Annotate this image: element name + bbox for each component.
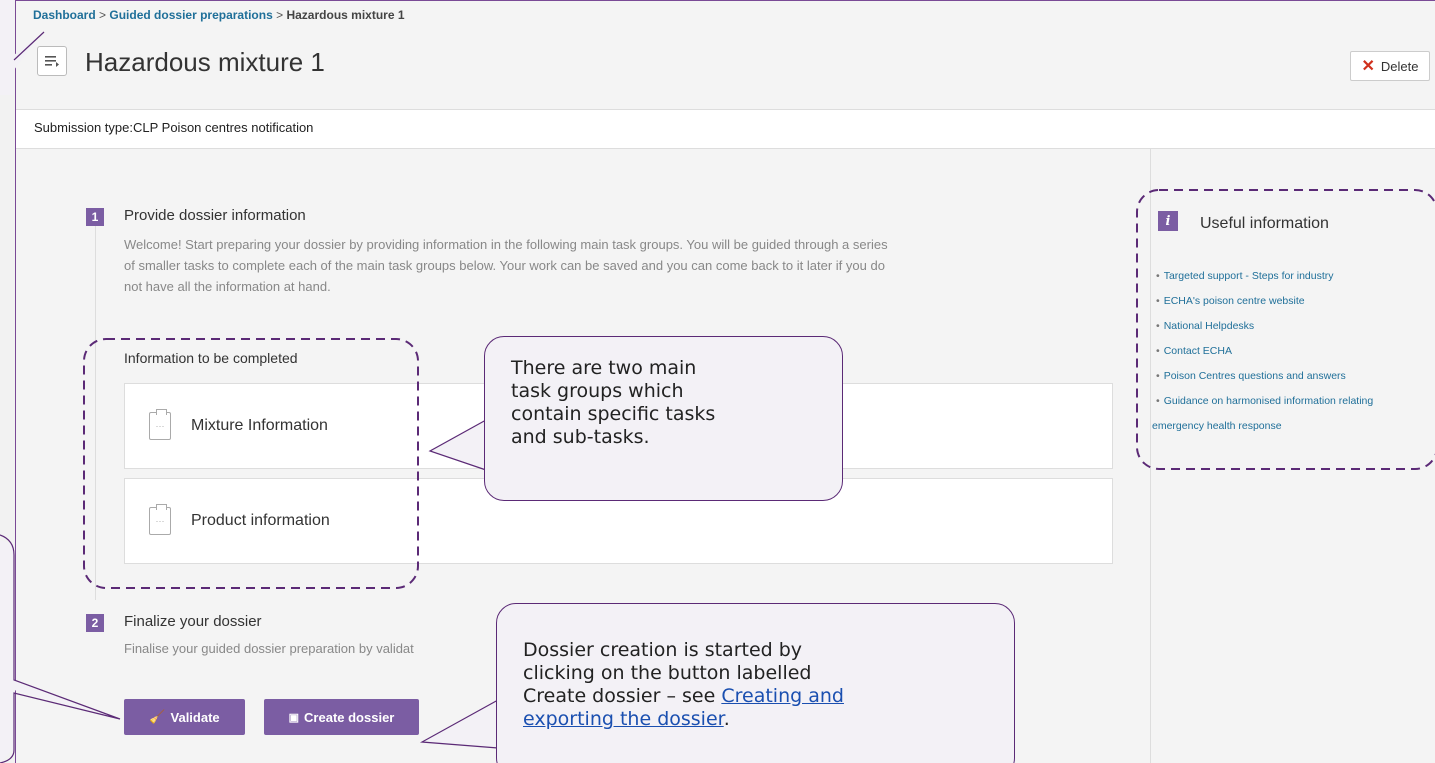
- callout-pointer: [419, 699, 499, 749]
- callout-text: Create dossier – see Creating and: [523, 685, 1014, 708]
- dashed-highlight-box: [83, 338, 419, 589]
- creating-exporting-link[interactable]: exporting the dossier: [523, 708, 724, 730]
- callout-text: exporting the dossier.: [523, 708, 1014, 731]
- callout-pointer: [13, 31, 45, 61]
- callout-fragment: [0, 0, 40, 95]
- callout-text: and sub-tasks.: [511, 426, 650, 448]
- callout-text-prefix: Create dossier – see: [523, 685, 722, 707]
- callout-pointer: [0, 534, 121, 763]
- callout-pointer: [428, 419, 487, 471]
- callout-text: contain specific tasks: [511, 403, 716, 425]
- callout-fragment: [0, 540, 120, 763]
- callout-dossier-creation: Dossier creation is started by clicking …: [496, 603, 1015, 763]
- callout-text: There are two main: [511, 357, 697, 379]
- callout-task-groups: There are two main task groups which con…: [484, 336, 843, 501]
- callout-text: clicking on the button labelled: [523, 662, 812, 684]
- creating-exporting-link[interactable]: Creating and: [721, 685, 844, 707]
- dashed-highlight-box: [1136, 189, 1435, 470]
- callout-text: task groups which: [511, 380, 684, 402]
- callout-text-suffix: .: [723, 708, 730, 730]
- callout-text: Dossier creation is started by: [523, 639, 803, 661]
